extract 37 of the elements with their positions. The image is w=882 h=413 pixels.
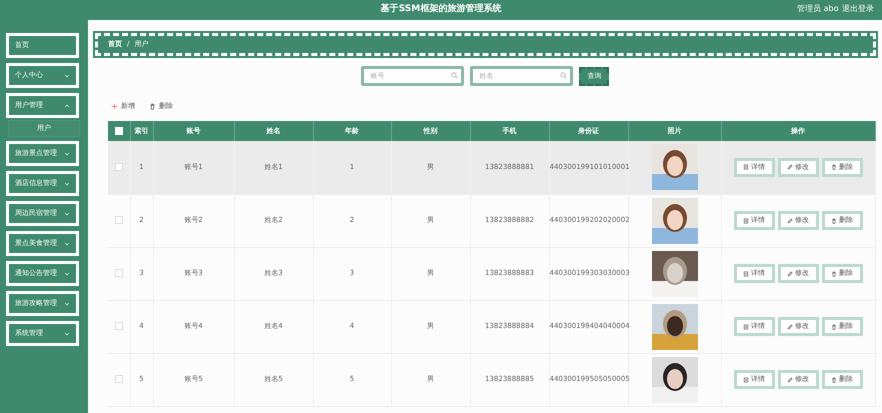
trash-icon (831, 324, 837, 330)
trash-icon (831, 376, 837, 382)
document-icon (743, 376, 749, 382)
trash-icon (831, 164, 837, 170)
trash-icon (831, 270, 837, 276)
pencil-icon (787, 164, 793, 170)
search-icon (451, 72, 458, 79)
plus-icon (111, 102, 118, 110)
search-icon (560, 72, 568, 79)
chevron-icon (64, 300, 70, 306)
row-checkbox[interactable] (114, 375, 123, 384)
chevron-icon (64, 72, 70, 78)
document-icon (743, 218, 749, 224)
chevron-icon (64, 240, 70, 246)
app-title: 基于SSM框架的旅游管理系统 (380, 3, 502, 16)
row-checkbox[interactable] (114, 269, 123, 278)
chevron-icon (64, 102, 70, 108)
chevron-icon (64, 150, 70, 156)
admin-name: 管理员 abo (797, 3, 838, 15)
document-icon (743, 270, 749, 276)
pencil-icon (787, 376, 793, 382)
chevron-icon (64, 270, 70, 276)
chevron-icon (64, 330, 70, 336)
logout-link[interactable]: 退出登录 (842, 3, 874, 15)
document-icon (743, 164, 749, 170)
trash-icon (149, 102, 156, 110)
row-checkbox[interactable] (114, 322, 123, 330)
row-checkbox[interactable] (114, 216, 123, 224)
row-checkbox[interactable] (114, 163, 123, 172)
document-icon (743, 324, 749, 330)
select-all-checkbox[interactable] (114, 126, 123, 135)
pencil-icon (787, 324, 793, 330)
trash-icon (831, 218, 837, 224)
pencil-icon (787, 218, 793, 224)
chevron-icon (64, 210, 70, 216)
chevron-icon (64, 180, 70, 186)
pencil-icon (787, 270, 793, 276)
